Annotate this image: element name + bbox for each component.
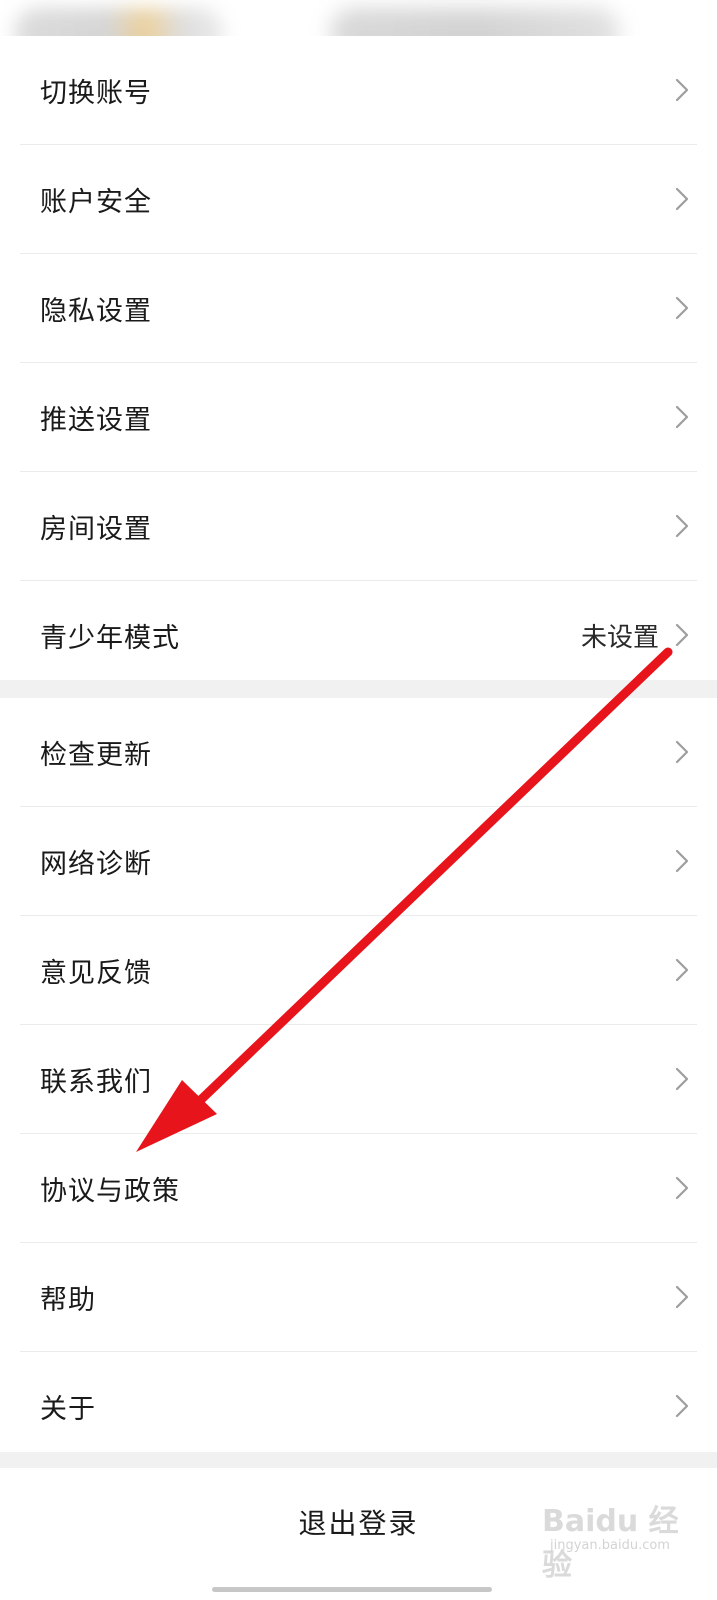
settings-item-agreements-policies[interactable]: 协议与政策 <box>20 1134 697 1243</box>
settings-item-label: 帮助 <box>40 1284 96 1316</box>
chevron-right-icon <box>669 1393 695 1419</box>
settings-item-privacy[interactable]: 隐私设置 <box>20 254 697 363</box>
settings-item-label: 切换账号 <box>40 77 152 109</box>
settings-item-label: 推送设置 <box>40 404 152 436</box>
settings-item-label: 账户安全 <box>40 186 152 218</box>
settings-item-label: 网络诊断 <box>40 848 152 880</box>
chevron-right-icon <box>669 513 695 539</box>
settings-item-label: 房间设置 <box>40 513 152 545</box>
settings-item-network-diagnosis[interactable]: 网络诊断 <box>20 807 697 916</box>
settings-item-label: 联系我们 <box>40 1066 152 1098</box>
settings-item-label: 隐私设置 <box>40 295 152 327</box>
settings-item-label: 意见反馈 <box>40 957 152 989</box>
chevron-right-icon <box>669 1175 695 1201</box>
chevron-right-icon <box>669 1066 695 1092</box>
chevron-right-icon <box>669 739 695 765</box>
settings-group-account: 切换账号 账户安全 隐私设置 推送设置 房间设置 青少年模式 未设置 <box>0 36 717 689</box>
chevron-right-icon <box>669 77 695 103</box>
settings-item-label: 协议与政策 <box>40 1175 180 1207</box>
chevron-right-icon <box>669 622 695 648</box>
settings-item-label: 关于 <box>40 1393 96 1425</box>
chevron-right-icon <box>669 404 695 430</box>
chevron-right-icon <box>669 957 695 983</box>
settings-item-teen-mode[interactable]: 青少年模式 未设置 <box>20 581 697 689</box>
settings-item-label: 检查更新 <box>40 739 152 771</box>
settings-item-check-update[interactable]: 检查更新 <box>20 698 697 807</box>
settings-item-switch-account[interactable]: 切换账号 <box>20 36 697 145</box>
chevron-right-icon <box>669 186 695 212</box>
group-divider <box>0 680 717 698</box>
baidu-jingyan-watermark: Baidu 经验 jingyan.baidu.com <box>540 1492 700 1583</box>
settings-item-room[interactable]: 房间设置 <box>20 472 697 581</box>
chevron-right-icon <box>669 295 695 321</box>
settings-item-push[interactable]: 推送设置 <box>20 363 697 472</box>
home-indicator[interactable] <box>212 1587 492 1592</box>
teen-mode-status: 未设置 <box>580 622 659 653</box>
watermark-url: jingyan.baidu.com <box>550 1538 670 1553</box>
settings-item-contact-us[interactable]: 联系我们 <box>20 1025 697 1134</box>
settings-item-about[interactable]: 关于 <box>20 1352 697 1460</box>
settings-item-feedback[interactable]: 意见反馈 <box>20 916 697 1025</box>
settings-item-account-security[interactable]: 账户安全 <box>20 145 697 254</box>
settings-item-label: 青少年模式 <box>40 622 180 654</box>
logout-label: 退出登录 <box>298 1507 419 1540</box>
settings-item-help[interactable]: 帮助 <box>20 1243 697 1352</box>
chevron-right-icon <box>669 1284 695 1310</box>
chevron-right-icon <box>669 848 695 874</box>
settings-group-general: 检查更新 网络诊断 意见反馈 联系我们 协议与政策 帮助 关于 <box>0 698 717 1460</box>
